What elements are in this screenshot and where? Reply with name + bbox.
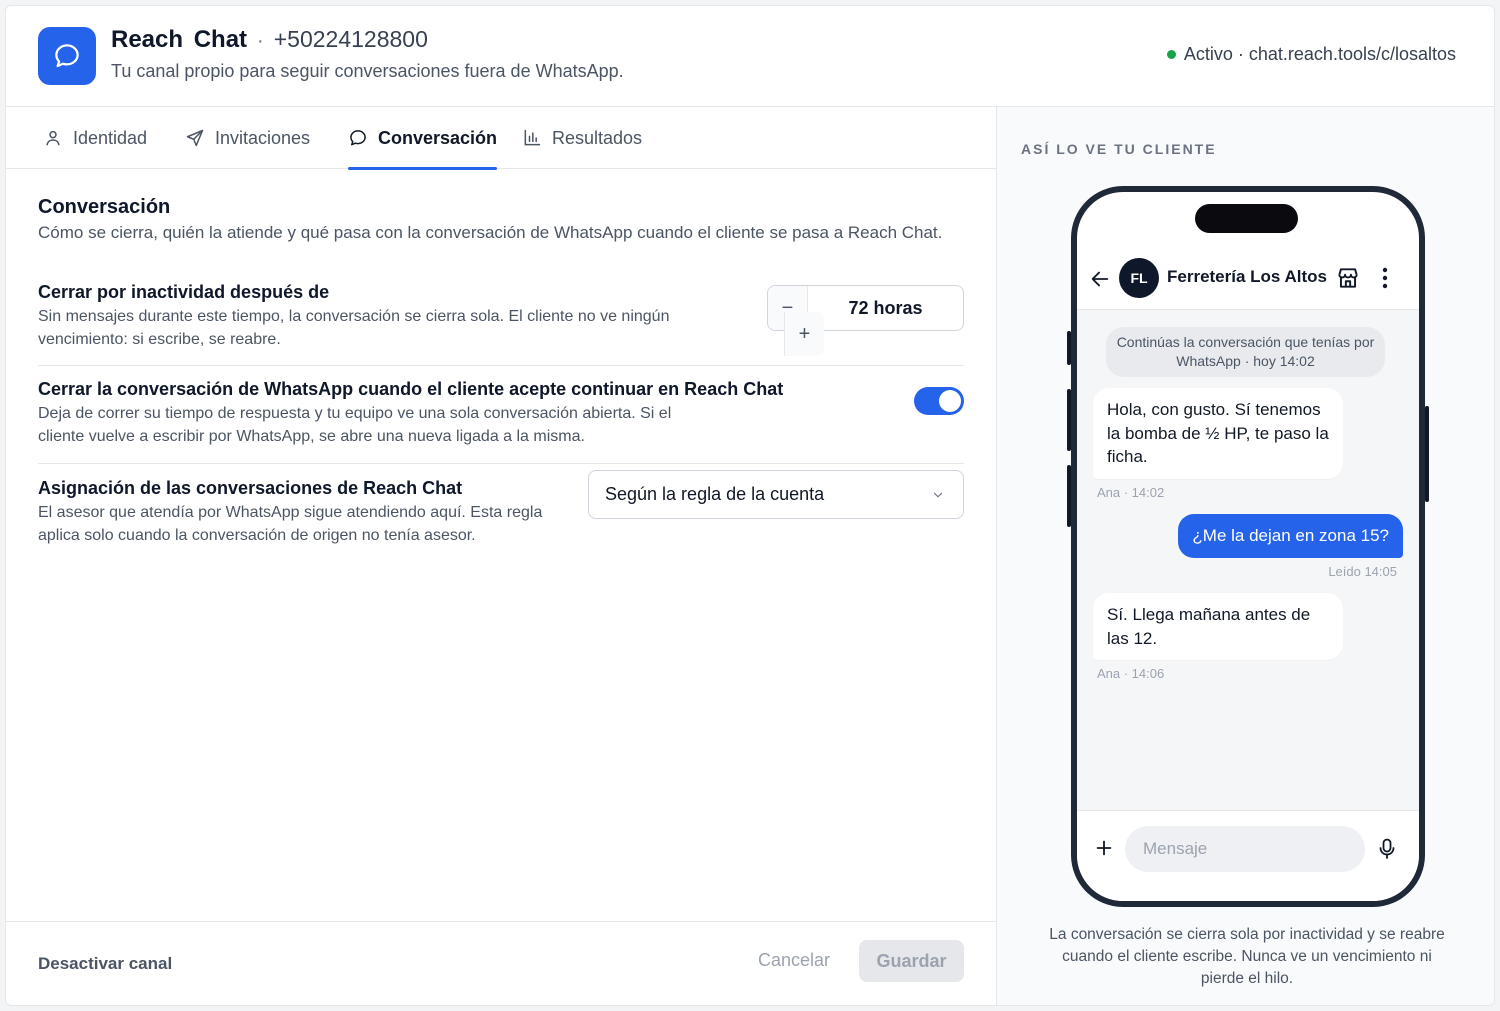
status-dot-icon <box>1166 50 1176 59</box>
phone-button <box>1067 331 1071 365</box>
user-icon <box>46 130 60 146</box>
message-outgoing: ¿Me la dejan en zona 15? <box>1178 514 1403 558</box>
message-meta: Leído 14:05 <box>1328 564 1397 579</box>
tab-bar: Identidad Invitaciones Conversación Resu… <box>6 107 996 170</box>
setting-close-whatsapp: Cerrar la conversación de WhatsApp cuand… <box>38 377 964 448</box>
tab-resultados[interactable]: Resultados <box>522 107 642 169</box>
chat-header: FL Ferretería Los Altos <box>1077 250 1419 310</box>
chat-body: Continúas la conversación que tenías por… <box>1077 310 1419 810</box>
message-meta: Ana · 14:02 <box>1097 485 1165 500</box>
phone-button <box>1067 465 1071 527</box>
tab-label: Identidad <box>73 127 148 148</box>
more-vertical-icon[interactable] <box>1382 266 1388 290</box>
message-input[interactable] <box>1125 826 1365 872</box>
phone-mockup: FL Ferretería Los Altos Continúas la con… <box>1067 186 1429 907</box>
channel-header: Reach Chat · +50224128800 Tu canal propi… <box>6 6 1494 107</box>
section-description: Cómo se cierra, quién la atiende y qué p… <box>38 223 943 242</box>
setting-assignment: Asignación de las conversaciones de Reac… <box>38 470 964 547</box>
status-text: Activo · chat.reach.tools/c/losaltos <box>1183 44 1456 64</box>
divider <box>38 365 964 366</box>
arrow-left-icon[interactable] <box>1089 268 1111 290</box>
microphone-icon[interactable] <box>1377 837 1397 861</box>
contact-name: Ferretería Los Altos <box>1167 267 1327 286</box>
tab-identidad[interactable]: Identidad <box>43 107 147 169</box>
assignment-select[interactable]: Según la regla de la cuenta <box>588 470 964 519</box>
message-incoming: Hola, con gusto. Sí tenemos la bomba de … <box>1093 388 1343 479</box>
tab-label: Invitaciones <box>215 127 311 148</box>
cancel-button[interactable]: Cancelar <box>758 950 830 971</box>
increment-button[interactable]: + <box>784 312 824 356</box>
phone-screen: FL Ferretería Los Altos Continúas la con… <box>1077 192 1419 901</box>
app-title: Reach Chat <box>111 26 248 53</box>
preview-panel: ASÍ LO VE TU CLIENTE FL Ferretería Los A… <box>996 107 1494 1005</box>
toggle-knob <box>939 390 961 412</box>
close-whatsapp-toggle[interactable] <box>914 387 964 415</box>
bar-chart-icon <box>524 129 541 146</box>
app-subtitle: Tu canal propio para seguir conversacion… <box>111 61 624 81</box>
inactivity-stepper: − 72 horas + <box>767 285 964 356</box>
tab-conversacion[interactable]: Conversación <box>348 107 498 170</box>
chat-bubble-icon <box>55 44 79 68</box>
assignment-selected-value: Según la regla de la cuenta <box>605 484 825 504</box>
channel-phone: +50224128800 <box>273 26 428 52</box>
plus-icon[interactable] <box>1093 837 1115 859</box>
phone-button <box>1067 389 1071 451</box>
settings-card: Reach Chat · +50224128800 Tu canal propi… <box>5 5 1495 1006</box>
chat-bubble-icon <box>350 130 366 146</box>
section-title: Conversación <box>38 196 171 218</box>
message-incoming: Sí. Llega mañana antes de las 12. <box>1093 593 1343 660</box>
setting-title: Cerrar la conversación de WhatsApp cuand… <box>38 379 784 399</box>
store-icon[interactable] <box>1335 265 1361 291</box>
tab-label: Resultados <box>552 127 643 148</box>
setting-inactivity: Cerrar por inactividad después de Sin me… <box>38 280 964 356</box>
message-composer <box>1077 810 1419 901</box>
tab-invitaciones[interactable]: Invitaciones <box>185 107 310 169</box>
phone-button <box>1425 406 1429 502</box>
save-button[interactable]: Guardar <box>859 940 964 982</box>
chevron-down-icon <box>933 492 943 497</box>
inactivity-value[interactable]: 72 horas <box>808 298 963 319</box>
setting-description: Sin mensajes durante este tiempo, la con… <box>38 308 670 348</box>
setting-description: El asesor que atendía por WhatsApp sigue… <box>38 504 543 544</box>
setting-description: Deja de correr su tiempo de respuesta y … <box>38 405 672 445</box>
settings-panel: Identidad Invitaciones Conversación Resu… <box>6 107 996 1005</box>
send-icon <box>186 129 204 147</box>
deactivate-channel-button[interactable]: Desactivar canal <box>38 954 172 974</box>
channel-logo <box>38 27 96 85</box>
dynamic-island <box>1195 204 1298 233</box>
contact-avatar: FL <box>1119 258 1159 298</box>
preview-caption: La conversación se cierra sola por inact… <box>1049 926 1445 987</box>
channel-status: Activo · chat.reach.tools/c/losaltos <box>1166 44 1456 65</box>
system-message: Continúas la conversación que tenías por… <box>1106 327 1385 377</box>
message-meta: Ana · 14:06 <box>1097 666 1165 681</box>
preview-label: ASÍ LO VE TU CLIENTE <box>1021 141 1217 157</box>
tab-label: Conversación <box>378 127 498 148</box>
divider <box>38 463 964 464</box>
title-separator: · <box>257 30 264 52</box>
footer-bar: Desactivar canal Cancelar Guardar <box>6 921 996 1005</box>
